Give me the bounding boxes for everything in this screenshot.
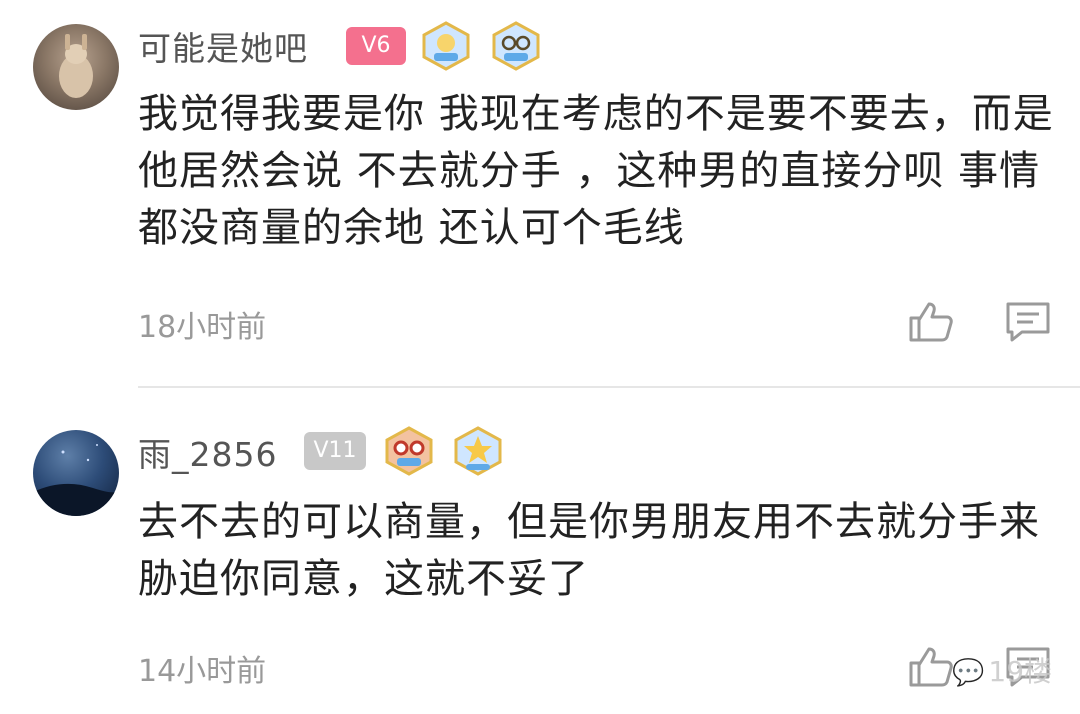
username[interactable]: 可能是她吧 <box>138 22 308 70</box>
like-icon[interactable] <box>907 300 955 344</box>
medal-icon[interactable] <box>452 426 504 476</box>
username[interactable]: 雨_2856 <box>138 428 277 476</box>
like-icon[interactable] <box>907 645 955 689</box>
watermark: 💬 19楼 <box>952 650 1052 690</box>
watermark-label: 19楼 <box>988 655 1053 688</box>
medal-icon[interactable] <box>490 21 542 71</box>
avatar[interactable] <box>33 430 119 516</box>
medal-icon[interactable] <box>383 426 435 476</box>
divider <box>138 386 1080 388</box>
level-badge: V11 <box>304 432 366 470</box>
medal-icon[interactable] <box>420 21 472 71</box>
comment-text: 我觉得我要是你 我现在考虑的不是要不要去，而是他居然会说 不去就分手 ，这种男的… <box>138 91 1054 251</box>
level-badge: V6 <box>346 27 406 65</box>
comment-text: 去不去的可以商量，但是你男朋友用不去就分手来胁迫你同意，这就不妥了 <box>138 499 1040 602</box>
timestamp: 14小时前 <box>138 654 267 689</box>
timestamp: 18小时前 <box>138 310 267 345</box>
wechat-icon: 💬 <box>952 658 985 688</box>
avatar[interactable] <box>33 24 119 110</box>
comment-item-2: 雨_2856 V11 去不去的可以商量，但是你男朋友用不去就分手来胁迫你同意，这… <box>0 390 1080 714</box>
comment-item-1: 可能是她吧 V6 我觉得我要是你 我现在考虑的不是要不要去，而是他居然会说 不去… <box>0 0 1080 388</box>
reply-icon[interactable] <box>1004 300 1052 344</box>
